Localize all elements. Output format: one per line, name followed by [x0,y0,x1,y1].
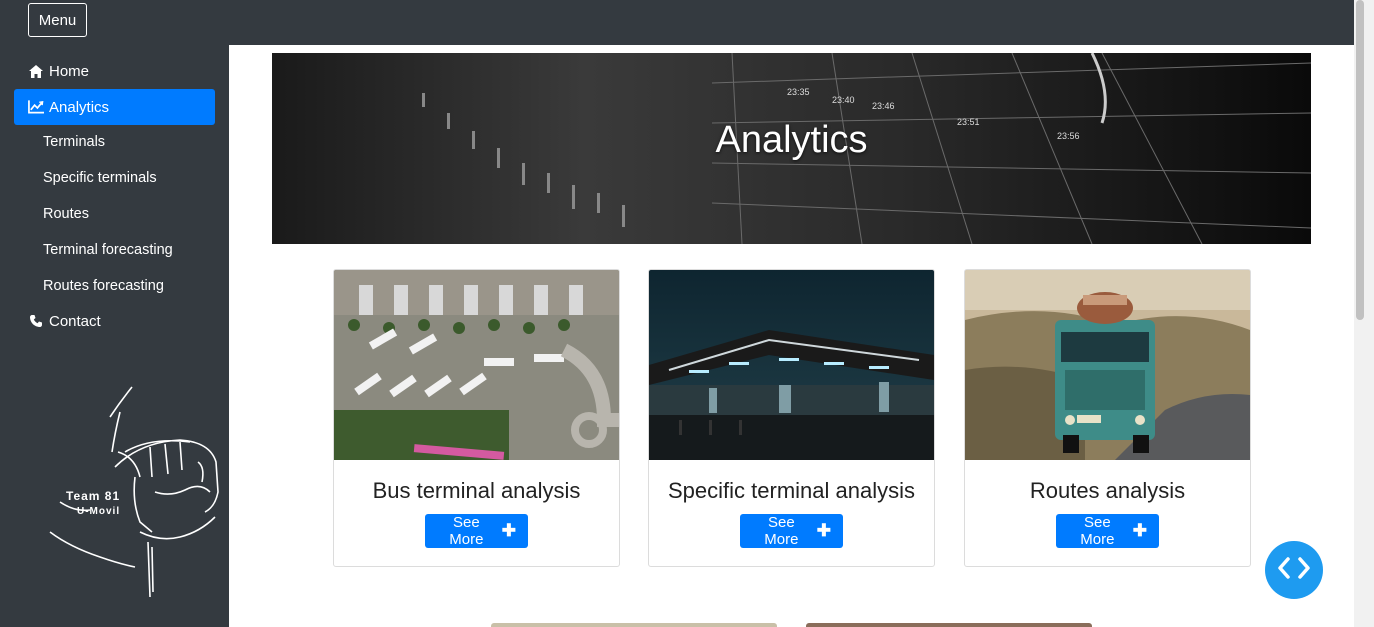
card-title: Specific terminal analysis [668,478,915,503]
plus-icon: ✚ [816,521,831,540]
code-icon [1274,555,1314,586]
button-label: See More [764,514,799,548]
sidebar-item-routes[interactable]: Routes [43,196,89,232]
sidebar-item-specific-terminals[interactable]: Specific terminals [43,160,157,196]
card-title: Routes analysis [1029,478,1186,503]
svg-text:23:46: 23:46 [872,101,895,111]
home-icon [28,63,44,79]
page-title: Analytics [715,119,868,161]
plus-icon: ✚ [1132,521,1147,540]
bus-terminal-aerial-image [334,270,619,460]
button-label: See More [1080,514,1115,548]
svg-text:23:40: 23:40 [832,95,855,105]
logo-line2: U-Movil [77,506,120,517]
sidebar-item-contact[interactable]: Contact [14,303,215,339]
main-content: 23:35 23:40 23:46 23:51 23:56 Analytics Bus … [229,45,1354,627]
card-title: Bus terminal analysis [372,478,581,503]
next-row-card-image [491,623,777,627]
card-bus-terminal-analysis: Bus terminal analysis See More ✚ [333,269,620,567]
sidebar-item-terminals[interactable]: Terminals [43,124,105,160]
sidebar-item-terminal-forecasting[interactable]: Terminal forecasting [43,232,173,268]
sidebar-item-label: Contact [49,312,101,330]
see-more-button[interactable]: See More ✚ [740,514,843,548]
chart-line-icon [28,99,44,115]
sidebar-item-label: Home [49,62,90,80]
sidebar-item-label: Analytics [49,98,110,116]
see-more-button[interactable]: See More ✚ [425,514,528,548]
next-row-card-image [806,623,1092,627]
bus-on-road-image [965,270,1250,460]
logo-line1: Team 81 [66,489,120,503]
menu-button[interactable]: Menu [28,3,87,37]
team-logo: Team 81 U-Movil [40,382,225,602]
card-routes-analysis: Routes analysis See More ✚ [964,269,1251,567]
top-navbar: Menu [0,0,1354,45]
plus-icon: ✚ [501,521,516,540]
sidebar-item-analytics[interactable]: Analytics [14,89,215,125]
code-toggle-button[interactable] [1265,541,1323,599]
terminal-night-image [649,270,934,460]
sidebar-item-home[interactable]: Home [14,53,215,89]
svg-text:23:35: 23:35 [787,87,810,97]
button-label: See More [449,514,484,548]
card-specific-terminal-analysis: Specific terminal analysis See More ✚ [648,269,935,567]
see-more-button[interactable]: See More ✚ [1056,514,1159,548]
phone-icon [28,313,44,329]
scrollbar-thumb[interactable] [1356,0,1364,320]
hero-banner: 23:35 23:40 23:46 23:51 23:56 Analytics [272,53,1311,244]
sidebar-item-routes-forecasting[interactable]: Routes forecasting [43,268,164,304]
